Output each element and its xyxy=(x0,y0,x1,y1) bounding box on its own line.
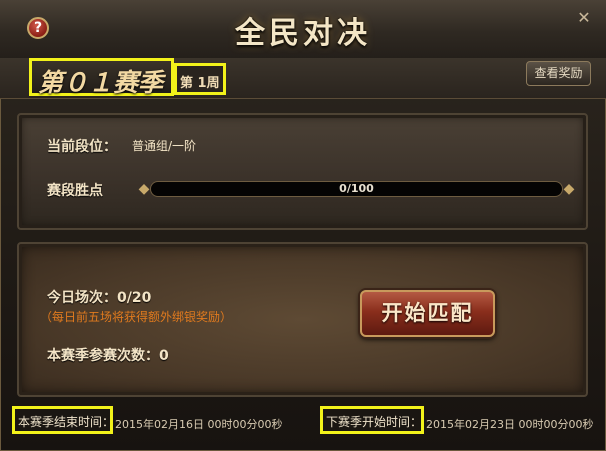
window-title: 全民对决 xyxy=(235,16,371,51)
season-end-value: 2015年02月16日 00时00分00秒 xyxy=(115,418,283,431)
tier-value: 普通组/一阶 xyxy=(132,139,197,153)
today-matches: 今日场次：0/20 xyxy=(47,290,152,306)
points-label: 赛段胜点 xyxy=(47,183,103,199)
week-label: 第 1周 xyxy=(180,76,220,91)
progress-right-cap-icon: ◆ xyxy=(563,181,575,197)
bonus-note: （每日前五场将获得额外绑银奖励） xyxy=(40,310,233,324)
next-season-label: 下赛季开始时间： xyxy=(326,415,423,429)
points-progress-bar: 0/100 xyxy=(150,181,563,197)
season-label: 第０１赛季 xyxy=(38,68,164,97)
next-season-label-box: 下赛季开始时间： xyxy=(320,406,424,434)
next-season-value: 2015年02月23日 00时00分00秒 xyxy=(426,418,594,431)
start-match-button[interactable]: 开始匹配 xyxy=(360,290,495,337)
week-label-box: 第 1周 xyxy=(174,63,226,95)
tier-label: 当前段位： xyxy=(47,139,117,155)
season-matches: 本赛季参赛次数：0 xyxy=(47,348,169,364)
points-progress-text: 0/100 xyxy=(339,182,374,195)
season-end-label-box: 本赛季结束时间： xyxy=(12,406,115,434)
season-label-box: 第０１赛季 xyxy=(29,58,174,97)
close-icon[interactable]: ✕ xyxy=(575,9,593,27)
progress-left-cap-icon: ◆ xyxy=(138,181,150,197)
season-end-label: 本赛季结束时间： xyxy=(18,415,115,429)
view-rewards-button[interactable]: 查看奖励 xyxy=(526,61,591,86)
rank-panel xyxy=(17,113,588,230)
